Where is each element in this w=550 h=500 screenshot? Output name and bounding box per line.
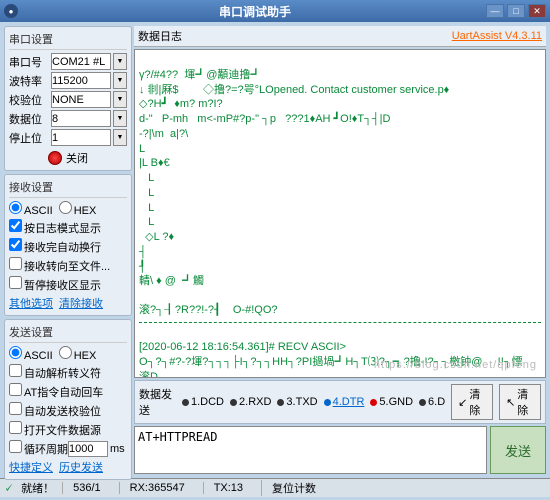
pin-rxd: 2.RXD [230,396,271,408]
port-settings-panel: 串口设置 串口号 ▼ 波特率 ▼ 校验位 ▼ 数据位 ▼ 停止位 ▼ 关闭 [4,26,132,171]
send-settings-panel: 发送设置 ASCII HEX 自动解析转义符 AT指令自动回车 自动发送校验位 … [4,319,132,480]
stopbits-dropdown-icon[interactable]: ▼ [113,129,127,146]
watermark: https://blog.csdn.net/qpfeng [374,359,537,373]
parity-dropdown-icon[interactable]: ▼ [113,91,127,108]
recv-tofile-check[interactable]: 接收转向至文件... [9,257,110,274]
port-panel-title: 串口设置 [9,31,127,50]
status-counter: 536/1 [62,482,111,494]
recv-log-mode-check[interactable]: 按日志模式显示 [9,219,101,236]
clear-up-button[interactable]: ↖清除 [499,384,541,420]
status-reset[interactable]: 复位计数 [261,480,326,496]
recv-pause-check[interactable]: 暂停接收区显示 [9,276,101,293]
send-ascii-radio[interactable]: ASCII [9,346,53,362]
window-title: 串口调试助手 [24,3,486,20]
recv-autowrap-check[interactable]: 接收完自动换行 [9,238,101,255]
recv-panel-title: 接收设置 [9,179,127,198]
send-atcr-check[interactable]: AT指令自动回车 [9,383,103,400]
status-ready: 就绪！ [21,480,54,496]
send-checksum-check[interactable]: 自动发送校验位 [9,402,101,419]
stopbits-select[interactable] [51,129,111,146]
com-label: 串口号 [9,54,49,70]
pin-txd: 3.TXD [277,396,317,408]
parity-label: 校验位 [9,92,49,108]
status-tx: TX:13 [203,482,253,494]
recv-hex-radio[interactable]: HEX [59,201,97,217]
send-button[interactable]: 发送 [490,426,546,474]
close-port-button[interactable]: 关闭 [9,150,127,166]
maximize-button[interactable]: □ [507,4,525,18]
databits-dropdown-icon[interactable]: ▼ [113,110,127,127]
clear-up-icon: ↖ [506,396,515,409]
send-escape-check[interactable]: 自动解析转义符 [9,364,101,381]
close-window-button[interactable]: ✕ [528,4,546,18]
pin-6d: 6.D [419,396,445,408]
baud-dropdown-icon[interactable]: ▼ [113,72,127,89]
baud-label: 波特率 [9,73,49,89]
recv-settings-panel: 接收设置 ASCII HEX 按日志模式显示 接收完自动换行 接收转向至文件..… [4,174,132,316]
port-status-icon [48,151,62,165]
stopbits-label: 停止位 [9,130,49,146]
send-head-title: 数据发送 [139,386,176,418]
clear-down-icon: ↙ [458,396,467,409]
send-period-input[interactable] [68,441,108,457]
status-rx: RX:365547 [119,482,195,494]
log-area[interactable]: γ?/#4?? 堚┛@顜迪撸┛ ↓ 剕|厤$ ◇撸?=?咢°LOpened. C… [134,49,546,378]
send-textarea[interactable]: AT+HTTPREAD [134,426,487,474]
com-dropdown-icon[interactable]: ▼ [113,53,127,70]
clear-down-button[interactable]: ↙清除 [451,384,493,420]
app-icon: ● [4,4,18,18]
recv-ascii-radio[interactable]: ASCII [9,201,53,217]
log-head-title: 数据日志 [138,28,452,44]
pin-gnd: 5.GND [370,396,413,408]
recv-clear-link[interactable]: 清除接收 [59,295,103,311]
recv-other-link[interactable]: 其他选项 [9,295,53,311]
com-select[interactable] [51,53,111,70]
baud-select[interactable] [51,72,111,89]
minimize-button[interactable]: — [486,4,504,18]
databits-select[interactable] [51,110,111,127]
status-ready-icon: 🗸 [4,480,13,496]
pin-dtr[interactable]: 4.DTR [324,396,365,408]
send-panel-title: 发送设置 [9,324,127,343]
pin-dcd: 1.DCD [182,396,224,408]
send-file-check[interactable]: 打开文件数据源 [9,421,101,438]
version-link[interactable]: UartAssist V4.3.11 [452,30,542,42]
databits-label: 数据位 [9,111,49,127]
send-hex-radio[interactable]: HEX [59,346,97,362]
send-history-link[interactable]: 历史发送 [59,459,103,475]
parity-select[interactable] [51,91,111,108]
send-period-check[interactable]: 循环周期 [9,440,68,457]
send-quick-link[interactable]: 快捷定义 [9,459,53,475]
